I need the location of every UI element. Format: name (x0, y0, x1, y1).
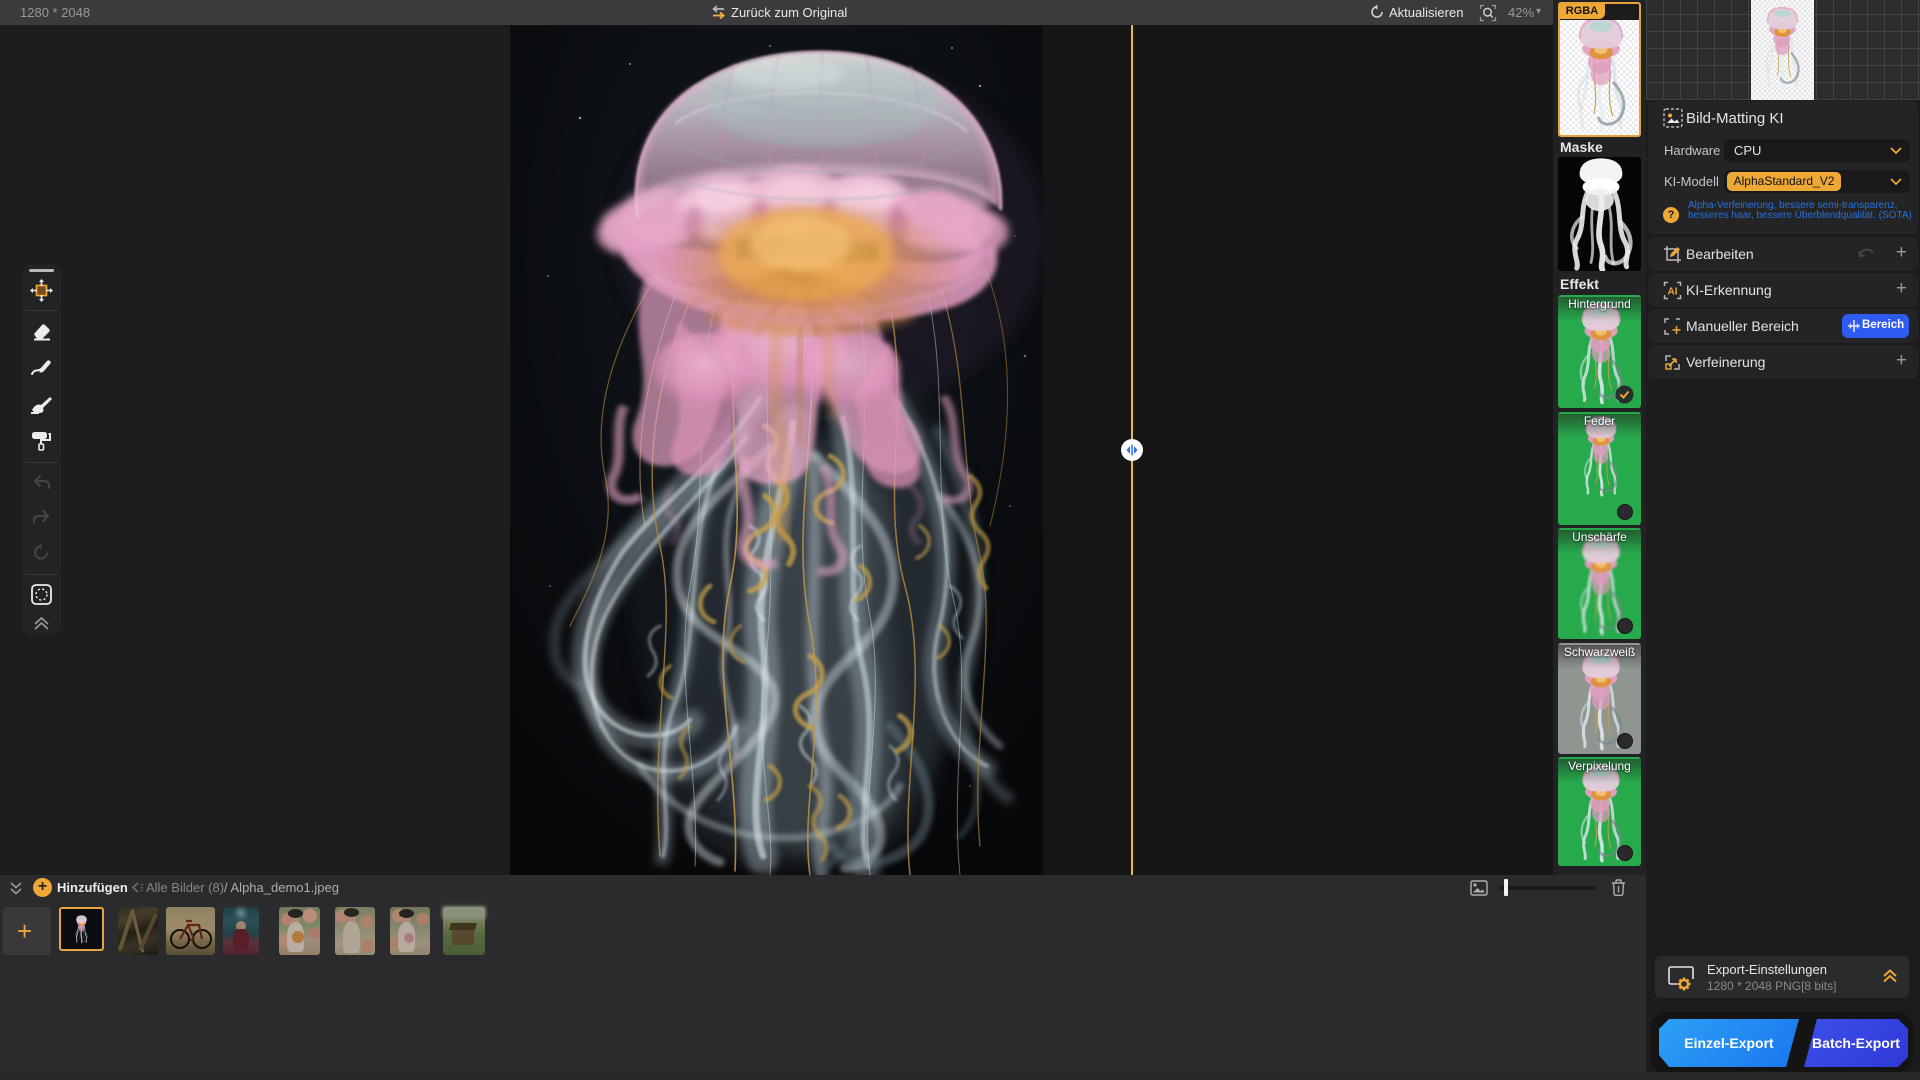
svg-text:AI: AI (1668, 287, 1678, 298)
